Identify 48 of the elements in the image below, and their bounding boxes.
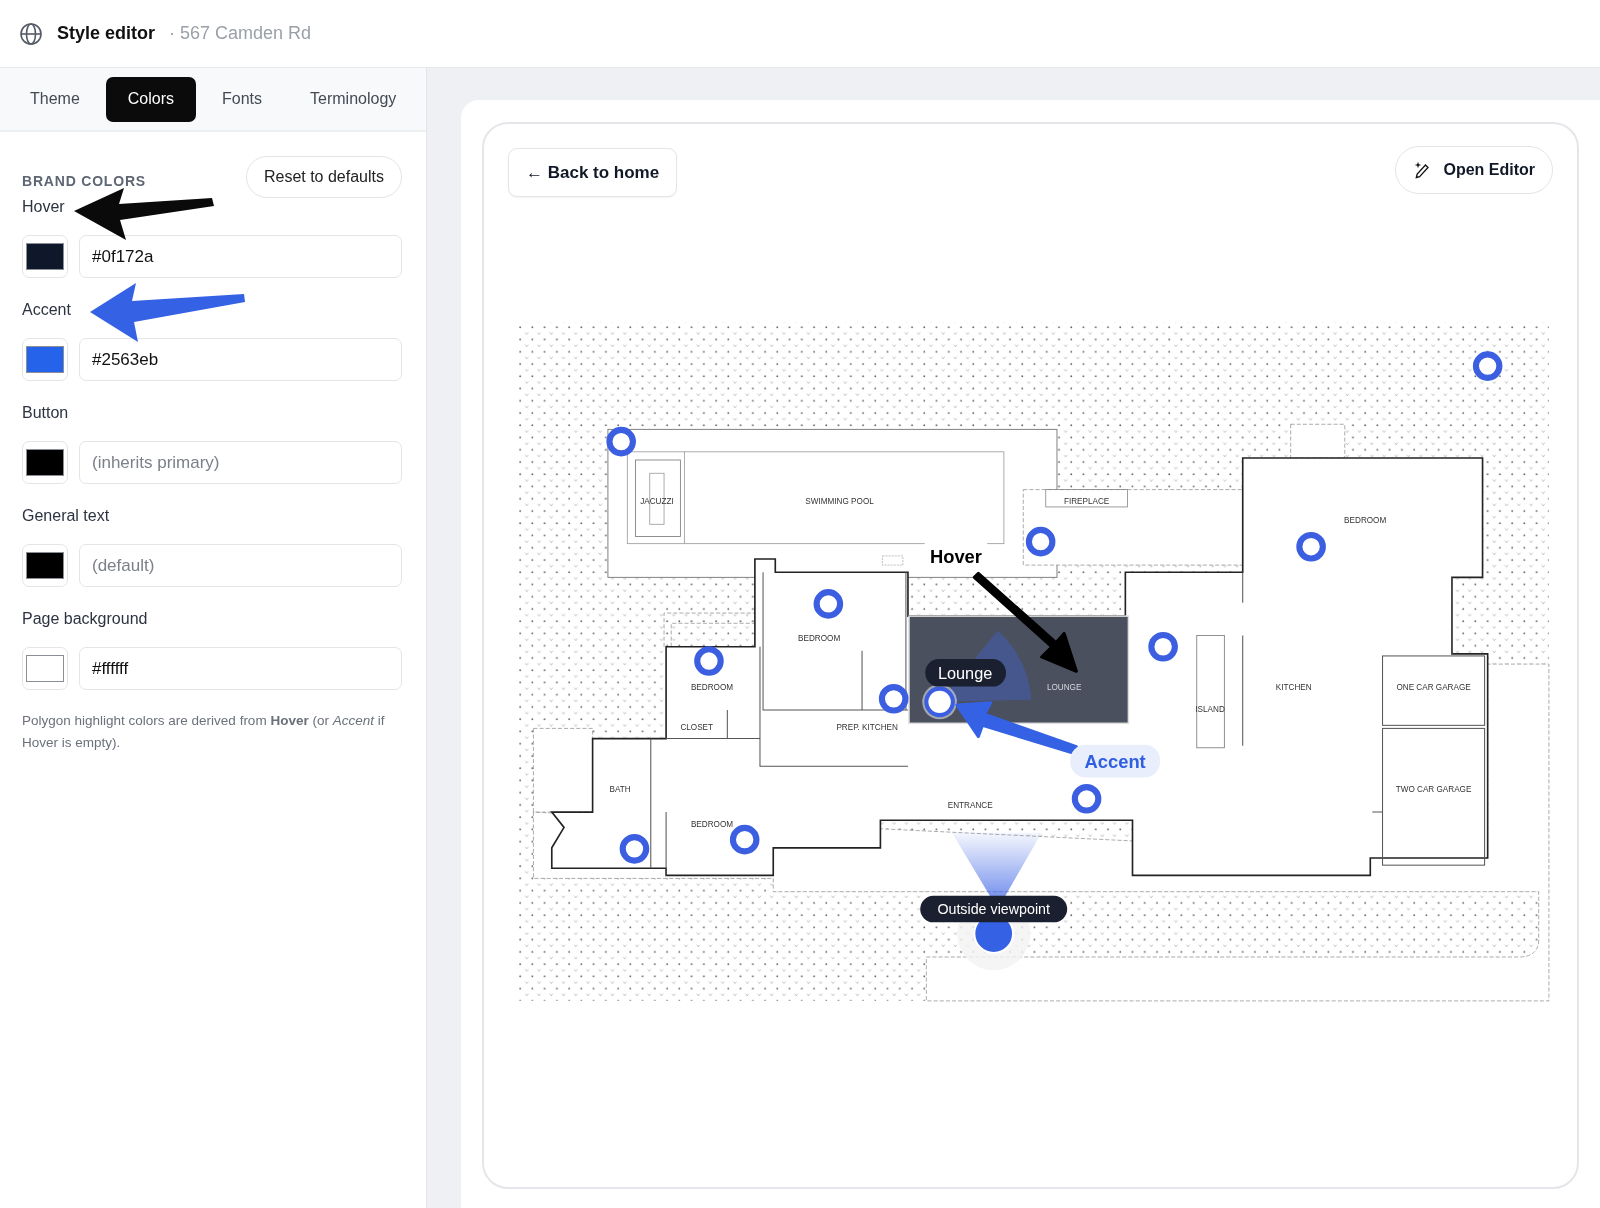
room-label: LOUNGE	[1046, 682, 1082, 692]
help-text: Polygon highlight colors are derived from Hover (or Accent if Hover is empty).	[22, 712, 386, 752]
back-button[interactable]: ← Back to home	[508, 148, 678, 197]
open-editor-button[interactable]: Open Editor	[1395, 146, 1553, 194]
hotspot-pin[interactable]	[694, 646, 724, 676]
tab[interactable]: Fonts	[200, 76, 285, 122]
color-label: Hover	[22, 198, 66, 217]
color-swatch[interactable]	[22, 338, 68, 381]
color-input[interactable]: #ffffff	[79, 647, 402, 690]
room-label: FIREPLACE	[1063, 496, 1110, 506]
color-input[interactable]: (default)	[79, 544, 402, 587]
color-label: Accent	[22, 301, 72, 320]
color-input[interactable]: (inherits primary)	[79, 441, 402, 484]
room-label: BEDROOM	[798, 633, 841, 643]
room-label: TWO CAR GARAGE	[1395, 784, 1472, 794]
color-swatch[interactable]	[22, 647, 68, 690]
globe-icon	[19, 21, 43, 46]
room-label: CLOSET	[680, 723, 714, 733]
room-label: JACUZZI	[640, 496, 674, 506]
room-label: SWIMMING POOL	[805, 496, 874, 506]
room-label: ONE CAR GARAGE	[1396, 682, 1471, 692]
color-label: Page background	[22, 610, 149, 629]
color-swatch[interactable]	[22, 441, 68, 484]
room-tooltip: Lounge	[925, 659, 1006, 687]
tab[interactable]: Theme	[8, 76, 102, 122]
color-input[interactable]: #0f172a	[79, 235, 402, 278]
reset-button[interactable]: Reset to defaults	[245, 156, 402, 198]
step-outline	[882, 555, 904, 566]
room-label: BATH	[609, 784, 631, 794]
color-label: General text	[22, 507, 111, 526]
room-label: BEDROOM	[690, 682, 734, 692]
tab[interactable]: Colors	[105, 76, 197, 122]
color-swatch[interactable]	[22, 235, 68, 278]
room-label: BEDROOM	[1344, 516, 1387, 526]
color-swatch[interactable]	[22, 544, 68, 587]
tab[interactable]: Terminology	[288, 76, 419, 122]
section-title: BRAND COLORS	[22, 173, 146, 189]
room-label: ENTRANCE	[947, 801, 993, 810]
room-label: ISLAND	[1195, 705, 1225, 715]
hotspot-pin[interactable]	[922, 684, 957, 720]
room-label: KITCHEN	[1275, 682, 1312, 692]
room-label: BEDROOM	[690, 820, 734, 830]
room-label: PREP. KITCHEN	[836, 723, 898, 733]
color-label: Button	[22, 404, 70, 423]
balcony-outline	[1290, 423, 1346, 459]
app-title: Style editor	[57, 23, 156, 44]
address-subtitle: · 567 Camden Rd	[169, 23, 312, 44]
color-input[interactable]: #2563eb	[79, 338, 402, 381]
